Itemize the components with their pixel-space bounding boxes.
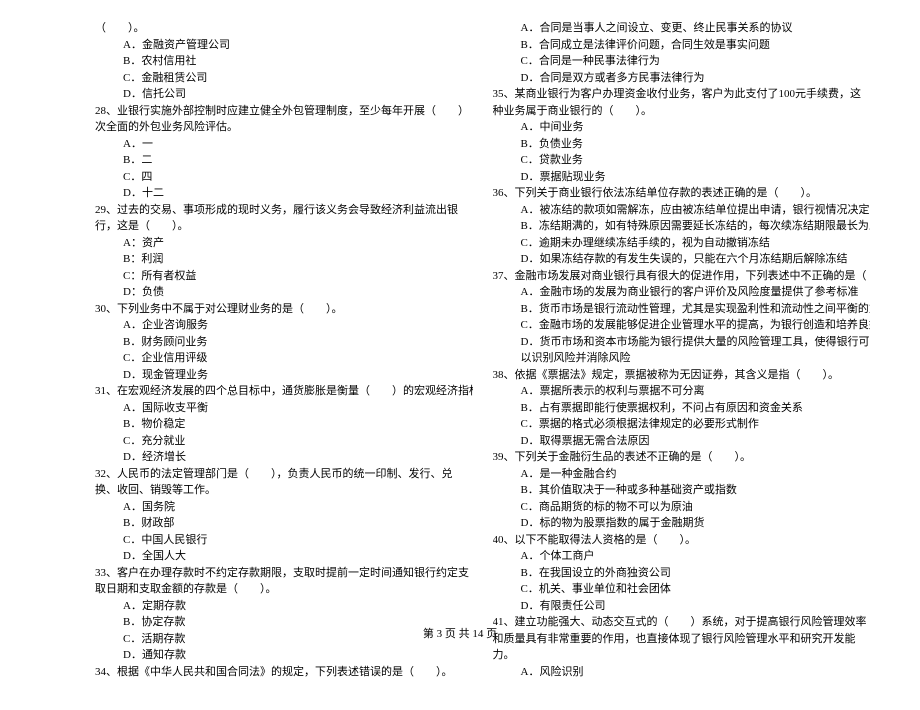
q33-opt-d: D．通知存款 xyxy=(95,647,473,664)
q35-opt-d: D．票据贴现业务 xyxy=(493,169,871,186)
q31-stem: 31、在宏观经济发展的四个总目标中，通货膨胀是衡量（ ）的宏观经济指标。 xyxy=(95,383,473,400)
q39-opt-b: B．其价值取决于一种或多种基础资产或指数 xyxy=(493,482,871,499)
q28-opt-b: B．二 xyxy=(95,152,473,169)
q39-opt-d: D．标的物为股票指数的属于金融期货 xyxy=(493,515,871,532)
q37-opt-a: A．金融市场的发展为商业银行的客户评价及风险度量提供了参考标准 xyxy=(493,284,871,301)
q40-opt-b: B．在我国设立的外商独资公司 xyxy=(493,565,871,582)
q30-opt-a: A．企业咨询服务 xyxy=(95,317,473,334)
q37-opt-d: D．货币市场和资本市场能为银行提供大量的风险管理工具，使得银行可以识别风险并消除… xyxy=(493,334,871,367)
q31-opt-a: A．国际收支平衡 xyxy=(95,400,473,417)
q39-opt-c: C．商品期货的标的物不可以为原油 xyxy=(493,499,871,516)
q38-opt-d: D．取得票据无需合法原因 xyxy=(493,433,871,450)
q32-opt-d: D．全国人大 xyxy=(95,548,473,565)
q30-opt-c: C．企业信用评级 xyxy=(95,350,473,367)
q27-opt-b: B．农村信用社 xyxy=(95,53,473,70)
q29-opt-c: C：所有者权益 xyxy=(95,268,473,285)
q33-opt-a: A．定期存款 xyxy=(95,598,473,615)
q40-opt-d: D．有限责任公司 xyxy=(493,598,871,615)
q37-stem: 37、金融市场发展对商业银行具有很大的促进作用，下列表述中不正确的是（ ）。 xyxy=(493,268,871,285)
q28-opt-c: C．四 xyxy=(95,169,473,186)
q27-opt-c: C．金融租赁公司 xyxy=(95,70,473,87)
q27-opt-a: A．金融资产管理公司 xyxy=(95,37,473,54)
q35-opt-b: B．负债业务 xyxy=(493,136,871,153)
q39-stem: 39、下列关于金融衍生品的表述不正确的是（ ）。 xyxy=(493,449,871,466)
q40-opt-a: A．个体工商户 xyxy=(493,548,871,565)
q40-stem: 40、以下不能取得法人资格的是（ ）。 xyxy=(493,532,871,549)
q36-opt-a: A．被冻结的款项如需解冻，应由被冻结单位提出申请，银行视情况决定 xyxy=(493,202,871,219)
q38-opt-a: A．票据所表示的权利与票据不可分离 xyxy=(493,383,871,400)
q32-opt-b: B．财政部 xyxy=(95,515,473,532)
q36-stem: 36、下列关于商业银行依法冻结单位存款的表述正确的是（ ）。 xyxy=(493,185,871,202)
q34-opt-b: B．合同成立是法律评价问题，合同生效是事实问题 xyxy=(493,37,871,54)
q38-opt-b: B．占有票据即能行使票据权利，不问占有原因和资金关系 xyxy=(493,400,871,417)
q29-opt-b: B：利润 xyxy=(95,251,473,268)
q35-stem: 35、某商业银行为客户办理资金收付业务，客户为此支付了100元手续费，这种业务属… xyxy=(493,86,871,119)
q36-opt-c: C．逾期未办理继续冻结手续的，视为自动撤销冻结 xyxy=(493,235,871,252)
right-column: A．合同是当事人之间设立、变更、终止民事关系的协议 B．合同成立是法律评价问题，… xyxy=(493,20,871,680)
q36-opt-d: D．如果冻结存款的有发生失误的，只能在六个月冻结期后解除冻结 xyxy=(493,251,871,268)
q32-opt-a: A．国务院 xyxy=(95,499,473,516)
q32-opt-c: C．中国人民银行 xyxy=(95,532,473,549)
q28-opt-a: A．一 xyxy=(95,136,473,153)
q40-opt-c: C．机关、事业单位和社会团体 xyxy=(493,581,871,598)
q33-stem: 33、客户在办理存款时不约定存款期限，支取时提前一定时间通知银行约定支取日期和支… xyxy=(95,565,473,598)
q31-opt-d: D．经济增长 xyxy=(95,449,473,466)
q38-opt-c: C．票据的格式必须根据法律规定的必要形式制作 xyxy=(493,416,871,433)
q39-opt-a: A．是一种金融合约 xyxy=(493,466,871,483)
q34-opt-d: D．合同是双方或者多方民事法律行为 xyxy=(493,70,871,87)
exam-page: （ ）。 A．金融资产管理公司 B．农村信用社 C．金融租赁公司 D．信托公司 … xyxy=(0,0,920,710)
q41-opt-a: A．风险识别 xyxy=(493,664,871,681)
q34-stem: 34、根据《中华人民共和国合同法》的规定，下列表述错误的是（ ）。 xyxy=(95,664,473,681)
q28-opt-d: D．十二 xyxy=(95,185,473,202)
q29-opt-d: D：负债 xyxy=(95,284,473,301)
q38-stem: 38、依据《票据法》规定，票据被称为无因证券，其含义是指（ ）。 xyxy=(493,367,871,384)
q27-opt-d: D．信托公司 xyxy=(95,86,473,103)
q28-stem: 28、业银行实施外部控制时应建立健全外包管理制度，至少每年开展（ ）次全面的外包… xyxy=(95,103,473,136)
q29-stem: 29、过去的交易、事项形成的现时义务，履行该义务会导致经济利益流出银行，这是（ … xyxy=(95,202,473,235)
page-footer: 第 3 页 共 14 页 xyxy=(0,626,920,643)
q37-opt-c: C．金融市场的发展能够促进企业管理水平的提高，为银行创造和培养良好的基础 xyxy=(493,317,871,334)
q34-opt-a: A．合同是当事人之间设立、变更、终止民事关系的协议 xyxy=(493,20,871,37)
q36-opt-b: B．冻结期满的，如有特殊原因需要延长冻结的，每次续冻结期限最长为三个月 xyxy=(493,218,871,235)
q37-opt-b: B．货币市场是银行流动性管理，尤其是实现盈利性和流动性之间平衡的重要基础 xyxy=(493,301,871,318)
q31-opt-b: B．物价稳定 xyxy=(95,416,473,433)
q30-stem: 30、下列业务中不属于对公理财业务的是（ ）。 xyxy=(95,301,473,318)
q34-opt-c: C．合同是一种民事法律行为 xyxy=(493,53,871,70)
q35-opt-a: A．中间业务 xyxy=(493,119,871,136)
q31-opt-c: C．充分就业 xyxy=(95,433,473,450)
q32-stem: 32、人民币的法定管理部门是（ ），负责人民币的统一印制、发行、兑换、收回、销毁… xyxy=(95,466,473,499)
q30-opt-d: D．现金管理业务 xyxy=(95,367,473,384)
q35-opt-c: C．贷款业务 xyxy=(493,152,871,169)
left-column: （ ）。 A．金融资产管理公司 B．农村信用社 C．金融租赁公司 D．信托公司 … xyxy=(95,20,473,680)
q29-opt-a: A：资产 xyxy=(95,235,473,252)
q30-opt-b: B．财务顾问业务 xyxy=(95,334,473,351)
q27-tail: （ ）。 xyxy=(95,20,473,37)
